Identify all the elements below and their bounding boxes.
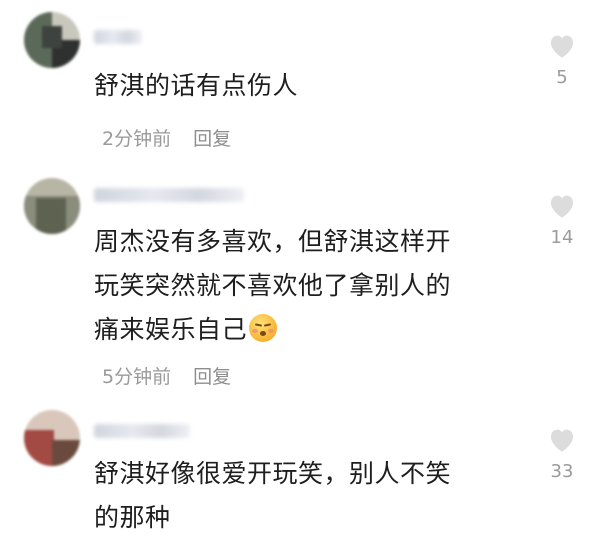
username-blurred[interactable] [94, 424, 190, 438]
like-count: 33 [550, 461, 574, 482]
username-blurred[interactable] [94, 188, 244, 202]
comment-meta: 5分钟前 回复 [102, 362, 231, 389]
like-control[interactable]: 5 [538, 32, 586, 88]
comment-text: 舒淇的话有点伤人 [94, 64, 519, 108]
comment-text-line-with-emoji: 痛来娱乐自己 [94, 308, 519, 352]
like-count: 5 [556, 67, 568, 88]
comment-text: 周杰没有多喜欢，但舒淇这样开 玩笑突然就不喜欢他了拿别人的 痛来娱乐自己 [94, 220, 519, 352]
heart-icon[interactable] [547, 32, 577, 59]
comment-text-line: 痛来娱乐自己 [94, 315, 248, 344]
avatar[interactable] [24, 178, 80, 234]
comment-time: 5分钟前 [102, 366, 172, 388]
comment-text: 舒淇好像很爱开玩笑，别人不笑 的那种 [94, 452, 519, 540]
avatar[interactable] [24, 410, 80, 466]
username-blurred[interactable] [94, 30, 142, 44]
comment-text-line: 周杰没有多喜欢，但舒淇这样开 [94, 227, 452, 256]
comment-time: 2分钟前 [102, 128, 172, 150]
comment-text-line: 舒淇的话有点伤人 [94, 71, 299, 100]
heart-icon[interactable] [547, 426, 577, 453]
comment-meta: 2分钟前 回复 [102, 124, 231, 151]
like-control[interactable]: 14 [538, 192, 586, 248]
like-count: 14 [550, 227, 574, 248]
like-control[interactable]: 33 [538, 426, 586, 482]
heart-icon[interactable] [547, 192, 577, 219]
pleading-face-icon [249, 314, 278, 342]
comment-text-line: 玩笑突然就不喜欢他了拿别人的 [94, 271, 452, 300]
comment-text-line: 的那种 [94, 503, 171, 532]
reply-button[interactable]: 回复 [193, 128, 231, 150]
comment-text-line: 舒淇好像很爱开玩笑，别人不笑 [94, 459, 452, 488]
avatar[interactable] [24, 12, 80, 68]
reply-button[interactable]: 回复 [193, 366, 231, 388]
